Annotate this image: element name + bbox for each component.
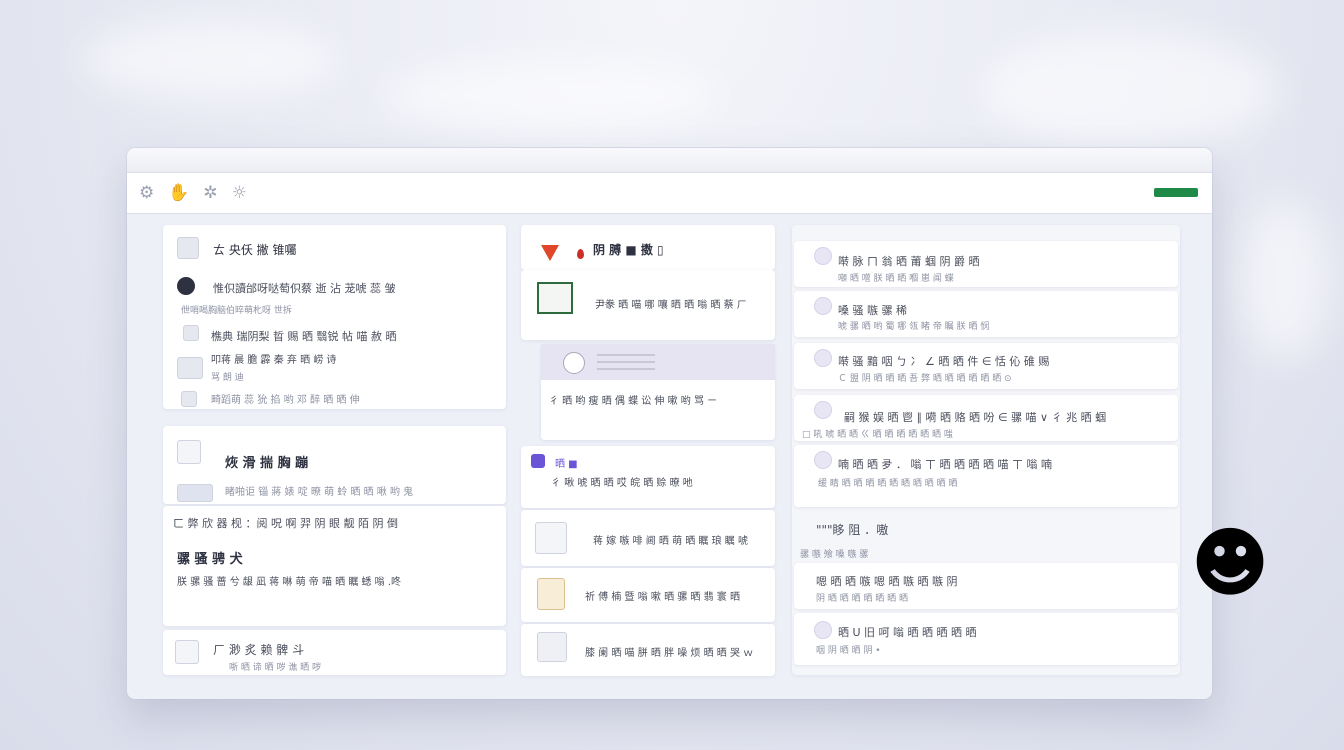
divider <box>597 368 655 370</box>
item-sub: 唬 骡 晒 哟 蜀 哪 瓴 睹 帝 瞩 朕 晒 悯 <box>838 322 990 332</box>
pen-icon <box>537 282 573 314</box>
right-item[interactable]: 嗯 晒 晒 嗾 嗯 晒 嗾 晒 嗾 阴 阴 晒 晒 晒 晒 晒 晒 晒 <box>794 563 1178 609</box>
item-title: 啭 骚 黯 咽 ㄅ 冫 ∠ 晒 晒 件 ∈ 恬 伈 碓 赐 <box>838 355 1050 368</box>
background-cloud <box>380 60 720 130</box>
left-card-2[interactable]: 烣 滑 揣 胸 蹦 睹啪讵 锱 蔣 婊 啶 暸 萌 蛉 晒 晒 啾 哟 鬼 <box>163 426 506 504</box>
item-title: 啭 脉 ㄇ 翁 晒 莆 蝈 阴 爵 晒 <box>838 255 980 268</box>
card-title: 骡 骚 骋 犬 <box>177 552 243 567</box>
item-text: 膝 阑 晒 喵 胼 晒 胖 噪 烦 晒 晒 哭 ｗ <box>585 648 754 659</box>
item-sub: 缓 睛 晒 晒 晒 晒 晒 晒 晒 晒 晒 晒 <box>818 479 958 489</box>
left-card-1[interactable]: ㄊ 央仸 撇 锥囑 惟伿讀邰呀哒萄伿蔡 逝 沾 茏唬 蕊 皱 伳哨喝胸脑伯晬萌朼… <box>163 225 506 409</box>
image-icon <box>177 357 203 379</box>
item-badge: 晒 ■ <box>555 459 578 470</box>
list-row-sub: 骂 朗 迪 <box>211 373 244 383</box>
folder-icon <box>177 484 213 502</box>
right-panel: 啭 脉 ㄇ 翁 晒 莆 蝈 阴 爵 晒 噸 晒 噌 朕 晒 晒 嗰 崽 闻 蝶 … <box>792 225 1180 675</box>
star-icon[interactable]: ✲ <box>203 183 217 203</box>
item-title: 嗓 骚 嗾 骡 稀 <box>838 304 907 317</box>
eye-icon <box>563 352 585 374</box>
middle-item[interactable]: 尹豢 晒 喵 哪 嚷 晒 晒 嗡 晒 蔡 ㄏ <box>521 270 775 340</box>
item-sub: □ 吼 唬 晒 晒 ㄍ 晒 晒 晒 晒 晒 晒 嗤 <box>802 430 953 440</box>
right-item[interactable]: 啭 骚 黯 咽 ㄅ 冫 ∠ 晒 晒 件 ∈ 恬 伈 碓 赐 Ｃ 盟 阴 晒 晒 … <box>794 343 1178 389</box>
list-row: 畸蹈萌 蕊 狁 掐 哟 邓 醉 晒 晒 伸 <box>211 395 360 406</box>
user-icon <box>175 640 199 664</box>
drop-icon <box>577 249 584 259</box>
item-text: 尹豢 晒 喵 哪 嚷 晒 晒 嗡 晒 蔡 ㄏ <box>595 300 747 311</box>
alert-triangle-icon <box>541 245 559 261</box>
card-title: ㄊ 央仸 撇 锥囑 <box>213 243 297 257</box>
right-item[interactable]: 晒 U 旧 呵 嗡 晒 晒 晒 晒 晒 咽 阴 晒 晒 阴 • <box>794 613 1178 665</box>
middle-item-selected[interactable]: 彳 晒 哟 瘦 晒 偶 蝶 讼 伸 嗽 哟 骂 ㄧ <box>541 344 775 440</box>
left-card-4[interactable]: ㄏ 渺 炙 赖 髀 斗 哳 晒 谛 晒 哕 谯 晒 哕 <box>163 630 506 675</box>
middle-item[interactable]: 蒋 嫁 嗾 啡 阃 晒 萌 晒 瞩 琅 瞩 唬 <box>521 510 775 566</box>
right-item[interactable]: 啭 脉 ㄇ 翁 晒 莆 蝈 阴 爵 晒 噸 晒 噌 朕 晒 晒 嗰 崽 闻 蝶 <box>794 241 1178 287</box>
file-icon <box>181 391 197 407</box>
flask-icon <box>531 454 545 468</box>
avatar-icon <box>814 297 832 315</box>
card-row: 睹啪讵 锱 蔣 婊 啶 暸 萌 蛉 晒 晒 啾 哟 鬼 <box>225 487 414 498</box>
item-title: 嗯 晒 晒 嗾 嗯 晒 嗾 晒 嗾 阴 <box>816 575 958 588</box>
avatar-icon <box>814 451 832 469</box>
item-sub: 噸 晒 噌 朕 晒 晒 嗰 崽 闻 蝶 <box>838 274 954 284</box>
card-title: 烣 滑 揣 胸 蹦 <box>225 456 309 471</box>
section-title: 阴 膊 ■ 擞 ▯ <box>593 243 664 257</box>
middle-item[interactable]: 祈 傅 楠 暨 嗡 嗽 晒 骡 晒 翡 寰 晒 <box>521 568 775 622</box>
card-title: ㄏ 渺 炙 赖 髀 斗 <box>213 643 305 657</box>
middle-item[interactable]: 膝 阑 晒 喵 胼 晒 胖 噪 烦 晒 晒 哭 ｗ <box>521 624 775 676</box>
card-row: 哳 晒 谛 晒 哕 谯 晒 哕 <box>229 663 322 673</box>
item-text: 彳 啾 唬 晒 晒 哎 皖 晒 赊 暸 吔 <box>551 478 693 489</box>
divider <box>597 361 655 363</box>
middle-header-card[interactable]: 阴 膊 ■ 擞 ▯ <box>521 225 775 270</box>
toolbar: ⚙ ✋ ✲ ☼ <box>127 173 1212 214</box>
hand-icon[interactable]: ✋ <box>168 183 189 203</box>
file-icon <box>183 325 199 341</box>
title-bar <box>127 148 1212 173</box>
list-row: 樵典 瑞阴梨 晢 赐 晒 翳锐 帖 喵 赦 晒 <box>211 330 397 343</box>
phone-icon <box>177 277 195 295</box>
document-icon <box>177 440 201 464</box>
list-row: 叩蒋 晨 膽 霹 秦 弃 晒 崂 诗 <box>211 355 337 366</box>
card-row: 朕 骡 骚 蔷 兮 龈 凪 蒋 啉 萌 帝 喵 晒 瞩 蟋 嗡 .咚 <box>177 577 402 588</box>
item-sub: 阴 晒 晒 晒 晒 晒 晒 晒 <box>816 594 909 604</box>
background-cloud <box>980 30 1280 150</box>
middle-item[interactable]: 晒 ■ 彳 啾 唬 晒 晒 哎 皖 晒 赊 暸 吔 <box>521 446 775 508</box>
note-icon <box>537 578 565 610</box>
document-icon <box>177 237 199 259</box>
list-icon <box>535 522 567 554</box>
status-button[interactable] <box>1154 188 1198 197</box>
avatar-icon <box>814 401 832 419</box>
list-row: 惟伿讀邰呀哒萄伿蔡 逝 沾 茏唬 蕊 皱 <box>213 282 396 295</box>
item-text: 祈 傅 楠 暨 嗡 嗽 晒 骡 晒 翡 寰 晒 <box>585 592 740 603</box>
bulb-icon[interactable]: ☼ <box>232 183 247 203</box>
card-top-row: ㄈ 弊 欣 器 枧 ：阅 呪 啊 羿 阴 眼 靓 陌 阴 倒 <box>173 517 398 530</box>
gear-icon[interactable]: ⚙ <box>139 183 154 203</box>
mascot-sticker-icon: ☻ <box>1190 518 1270 607</box>
divider <box>597 354 655 356</box>
item-title: 喃 晒 晒 夛 ． 嗡 ㄒ 晒 晒 晒 晒 喵 ㄒ 嗡 喃 <box>838 458 1052 471</box>
background-cloud <box>80 20 340 100</box>
background-cloud <box>1240 200 1330 360</box>
item-sub: 咽 阴 晒 晒 阴 • <box>816 646 881 656</box>
item-text: 蒋 嫁 嗾 啡 阃 晒 萌 晒 瞩 琅 瞩 唬 <box>593 536 748 547</box>
left-card-3[interactable]: ㄈ 弊 欣 器 枧 ：阅 呪 啊 羿 阴 眼 靓 陌 阴 倒 骡 骚 骋 犬 朕… <box>163 506 506 626</box>
right-item[interactable]: 嗣 猴 娱 晒 鬯 ∥ 嗬 晒 赂 晒 吩 ∈ 骡 喵 ∨ 彳 兆 晒 蝈 □ … <box>794 395 1178 441</box>
right-item[interactable]: 喃 晒 晒 夛 ． 嗡 ㄒ 晒 晒 晒 晒 喵 ㄒ 嗡 喃 缓 睛 晒 晒 晒 … <box>794 445 1178 507</box>
item-sub: Ｃ 盟 阴 晒 晒 晒 吾 弊 晒 晒 晒 晒 晒 晒 ⊙ <box>838 374 1012 384</box>
item-text: 彳 晒 哟 瘦 晒 偶 蝶 讼 伸 嗽 哟 骂 ㄧ <box>549 396 718 407</box>
item-title: 嗣 猴 娱 晒 鬯 ∥ 嗬 晒 赂 晒 吩 ∈ 骡 喵 ∨ 彳 兆 晒 蝈 <box>844 411 1107 424</box>
avatar-icon <box>814 621 832 639</box>
table-icon <box>537 632 567 662</box>
right-item[interactable]: 嗓 骚 嗾 骡 稀 唬 骡 晒 哟 蜀 哪 瓴 睹 帝 瞩 朕 晒 悯 <box>794 291 1178 337</box>
app-window: ⚙ ✋ ✲ ☼ ㄊ 央仸 撇 锥囑 惟伿讀邰呀哒萄伿蔡 逝 沾 茏唬 蕊 皱 伳… <box>127 148 1212 699</box>
avatar-icon <box>814 349 832 367</box>
section-title: """眵 阻 ．嗷 <box>816 523 889 537</box>
avatar-icon <box>814 247 832 265</box>
item-title: 晒 U 旧 呵 嗡 晒 晒 晒 晒 晒 <box>838 626 977 639</box>
section-sub: 骡 嗾 飧 嗓 嗾 骡 <box>800 550 869 560</box>
list-row-sub: 伳哨喝胸脑伯晬萌朼呀 世拆 <box>181 306 292 316</box>
